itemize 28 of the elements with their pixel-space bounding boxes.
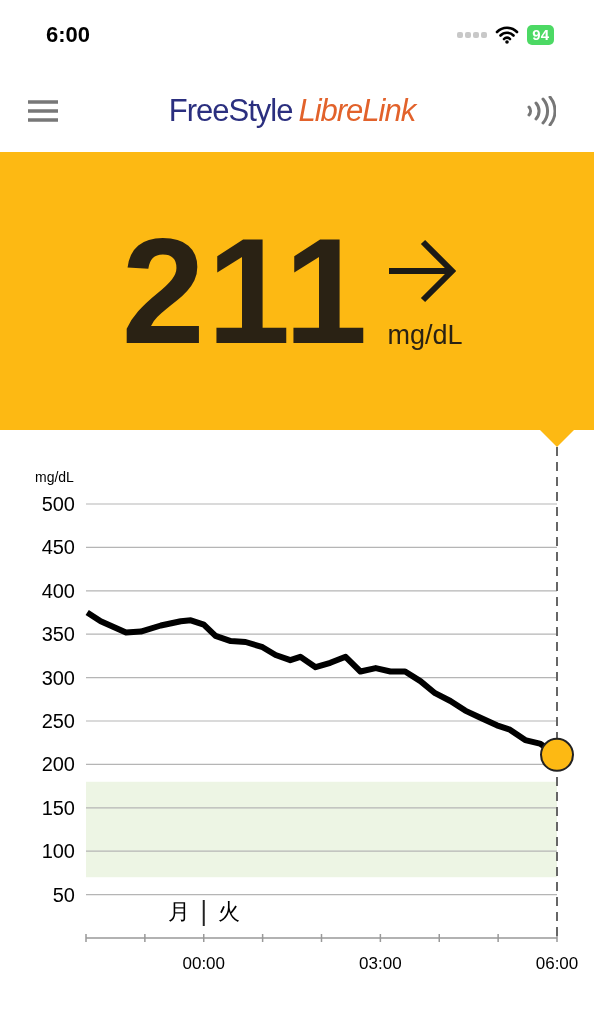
- menu-icon[interactable]: [28, 99, 58, 123]
- y-tick-label: 100: [41, 840, 75, 863]
- y-tick-label: 500: [41, 493, 75, 515]
- glucose-unit: mg/dL: [387, 319, 463, 351]
- wifi-icon: [495, 26, 520, 44]
- day-divider: [202, 899, 205, 927]
- app-logo: FreeStyle LibreLink: [168, 93, 416, 129]
- y-tick-label: 400: [41, 579, 75, 602]
- axis-unit: mg/dL: [35, 469, 74, 485]
- x-tick-label: 06:00: [535, 954, 579, 973]
- scan-icon[interactable]: [526, 96, 556, 126]
- right-arrow-icon: [387, 237, 458, 304]
- y-tick-label: 200: [41, 753, 75, 776]
- day-label: 火: [217, 899, 240, 924]
- x-tick-label: 03:00: [359, 954, 402, 973]
- day-label: 月: [167, 899, 190, 924]
- y-tick-label: 300: [41, 666, 75, 689]
- y-tick-label: 450: [41, 536, 75, 559]
- battery-level: 94: [527, 25, 554, 45]
- glucose-value: 211: [121, 216, 370, 366]
- signal-icon: [457, 32, 488, 38]
- y-tick-label: 150: [41, 796, 75, 819]
- status-time: 6:00: [46, 22, 91, 48]
- current-reading-dot: [540, 737, 574, 772]
- y-tick-label: 250: [41, 710, 75, 732]
- x-tick-label: 00:00: [182, 954, 225, 973]
- y-tick-label: 350: [41, 623, 75, 646]
- y-tick-label: 50: [52, 883, 75, 906]
